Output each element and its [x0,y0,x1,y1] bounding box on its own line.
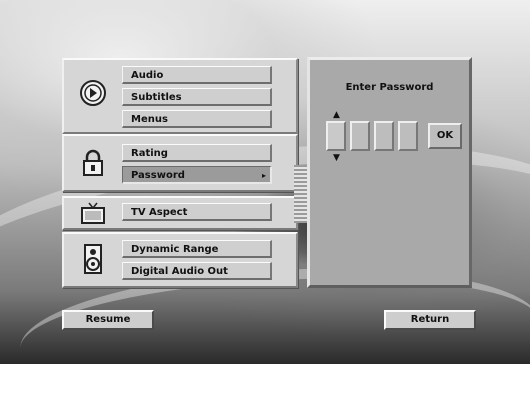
speaker-icon [78,244,108,274]
password-digit-3[interactable] [374,121,394,151]
lock-icon [78,148,108,178]
down-arrow-icon[interactable]: ▼ [333,154,340,163]
panel-connector [294,165,308,223]
menu-item-dynamic-range[interactable]: Dynamic Range [122,240,272,258]
menu-item-menus[interactable]: Menus [122,110,272,128]
tv-icon [78,198,108,228]
menu-item-audio[interactable]: Audio [122,66,272,84]
password-title: Enter Password [345,82,434,93]
menu-item-tv-aspect[interactable]: TV Aspect [122,203,272,221]
menu-group-language: Audio Subtitles Menus [62,58,298,134]
ok-button[interactable]: OK [428,123,462,149]
password-digit-1[interactable] [326,121,346,151]
menu-item-rating[interactable]: Rating [122,144,272,162]
return-button[interactable]: Return [384,310,476,330]
resume-button[interactable]: Resume [62,310,154,330]
up-arrow-icon[interactable]: ▲ [333,111,340,120]
menu-group-parental: Rating Password ▸ [62,134,298,192]
speaker-arrow-icon [78,78,108,108]
menu-item-subtitles[interactable]: Subtitles [122,88,272,106]
password-digit-4[interactable] [398,121,418,151]
menu-item-digital-audio-out[interactable]: Digital Audio Out [122,262,272,280]
password-digit-2[interactable] [350,121,370,151]
menu-group-audio: Dynamic Range Digital Audio Out [62,232,298,288]
password-panel: Enter Password ▲ ▼ OK [307,57,472,288]
menu-group-display: TV Aspect [62,196,298,230]
chevron-right-icon: ▸ [261,171,266,180]
menu-item-password[interactable]: Password ▸ [122,166,272,184]
